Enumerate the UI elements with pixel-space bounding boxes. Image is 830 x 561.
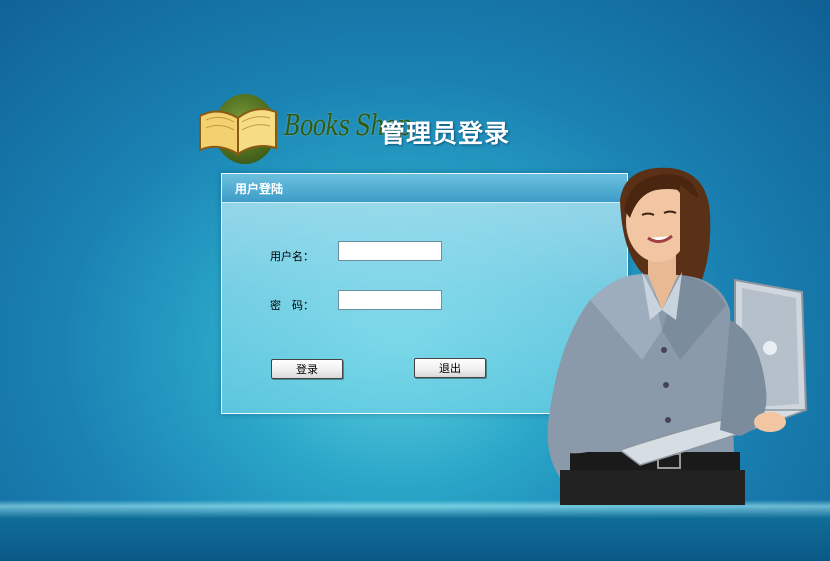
open-book-icon bbox=[199, 108, 277, 156]
password-input[interactable] bbox=[338, 290, 442, 310]
logo: Books Shop 管理员登录 bbox=[196, 92, 536, 168]
woman-with-laptop-image bbox=[547, 167, 808, 505]
page-title: 管理员登录 bbox=[380, 119, 511, 148]
exit-button[interactable]: 退出 bbox=[414, 358, 486, 378]
login-button[interactable]: 登录 bbox=[271, 359, 343, 379]
login-panel-title: 用户登陆 bbox=[235, 182, 284, 196]
password-label: 密 码： bbox=[270, 299, 314, 312]
username-input[interactable] bbox=[338, 241, 442, 261]
background-glow bbox=[0, 500, 830, 561]
username-label: 用户名： bbox=[270, 250, 314, 263]
